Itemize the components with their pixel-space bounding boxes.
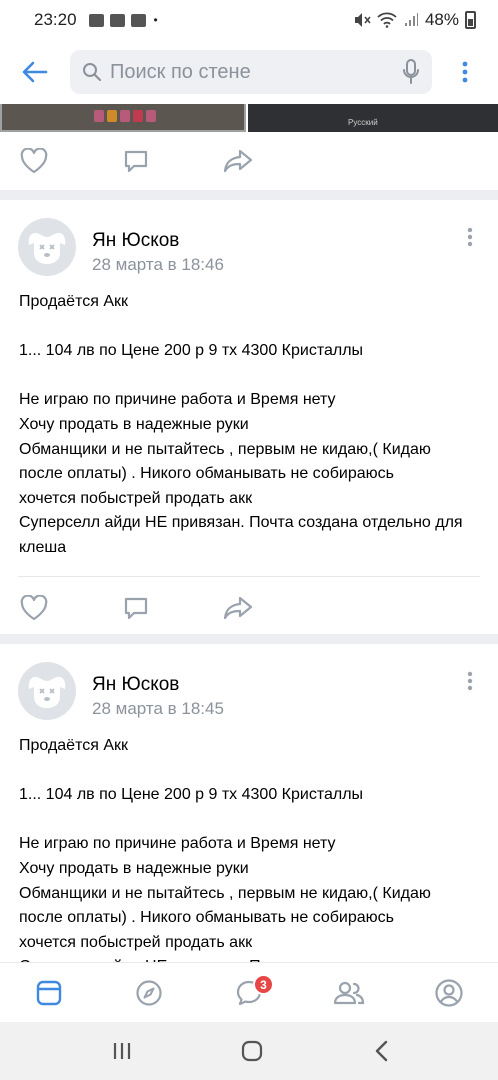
- post-text: Продаётся Акк 1... 104 лв по Цене 200 р …: [19, 293, 463, 556]
- status-right: 48%: [353, 10, 476, 30]
- post-text: Продаётся Акк 1... 104 лв по Цене 200 р …: [19, 737, 463, 962]
- comment-button[interactable]: [121, 146, 151, 176]
- previous-post-images[interactable]: Русский: [0, 104, 498, 132]
- post-divider: [0, 190, 498, 200]
- post-actions: [0, 578, 498, 638]
- wall-post: Ян Юсков 28 марта в 18:45 Продаётся Акк …: [0, 644, 498, 962]
- heart-icon: [20, 148, 48, 174]
- battery-icon: [465, 11, 476, 29]
- search-icon: [83, 63, 102, 82]
- share-icon: [223, 149, 253, 173]
- bottom-tab-bar: 3: [0, 962, 498, 1022]
- battery-percent: 48%: [424, 10, 459, 29]
- post-more-button[interactable]: [460, 224, 480, 250]
- newsfeed-icon: [36, 980, 62, 1006]
- friends-icon: [333, 981, 365, 1005]
- more-vertical-icon: [467, 227, 473, 247]
- avatar[interactable]: [18, 662, 76, 720]
- comment-icon: [124, 150, 148, 173]
- tab-profile[interactable]: [433, 977, 465, 1009]
- home-icon: [241, 1040, 263, 1062]
- tab-news[interactable]: [33, 977, 65, 1009]
- tab-discover[interactable]: [133, 977, 165, 1009]
- post-photo[interactable]: Русский: [248, 104, 498, 132]
- youtube-notification-icon-2: [130, 13, 146, 27]
- recent-apps-icon: [113, 1043, 131, 1059]
- wifi-icon: [377, 12, 397, 28]
- microphone-icon[interactable]: [402, 59, 420, 85]
- post-actions: [0, 131, 498, 191]
- post-separator: [18, 576, 480, 577]
- like-button[interactable]: [19, 593, 49, 623]
- photo-caption: Русский: [348, 118, 378, 127]
- search-field[interactable]: Поиск по стене: [70, 50, 432, 94]
- youtube-notification-icon: [109, 13, 125, 27]
- more-notifications-dot: •: [153, 13, 158, 27]
- recent-apps-button[interactable]: [108, 1038, 136, 1064]
- share-button[interactable]: [223, 146, 253, 176]
- gallery-notification-icon: [88, 13, 104, 27]
- like-button[interactable]: [19, 146, 49, 176]
- post-photo[interactable]: [0, 104, 247, 132]
- wall-post: Ян Юсков 28 марта в 18:46 Продаётся Акк …: [0, 200, 498, 632]
- system-nav-bar: [0, 1022, 498, 1080]
- wall-feed[interactable]: Русский Ян Юсков 28 марта в 18:46 Продаё…: [0, 104, 498, 962]
- status-bar: 23:20 • 48%: [0, 0, 498, 40]
- system-back-button[interactable]: [368, 1038, 396, 1064]
- more-vertical-icon: [467, 671, 473, 691]
- signal-icon: [404, 13, 418, 26]
- dog-avatar-icon: [28, 233, 66, 264]
- back-button[interactable]: [0, 40, 70, 104]
- share-button[interactable]: [223, 593, 253, 623]
- post-date[interactable]: 28 марта в 18:45: [92, 699, 224, 719]
- more-menu-button[interactable]: [432, 40, 498, 104]
- mute-icon: [354, 13, 371, 27]
- post-more-button[interactable]: [460, 668, 480, 694]
- tab-friends[interactable]: [333, 977, 365, 1009]
- comment-icon: [124, 597, 148, 620]
- compass-icon: [136, 980, 162, 1006]
- post-divider: [0, 634, 498, 644]
- comment-button[interactable]: [121, 593, 151, 623]
- game-icons-strip: [94, 110, 156, 122]
- post-author[interactable]: Ян Юсков: [92, 674, 179, 696]
- share-icon: [223, 596, 253, 620]
- dog-avatar-icon: [28, 677, 66, 708]
- chevron-left-icon: [375, 1040, 388, 1062]
- search-input[interactable]: Поиск по стене: [110, 61, 402, 84]
- home-button[interactable]: [238, 1038, 266, 1064]
- profile-icon: [435, 979, 463, 1007]
- arrow-left-icon: [22, 61, 48, 83]
- more-vertical-icon: [462, 61, 468, 83]
- messages-badge: 3: [253, 974, 274, 995]
- post-author[interactable]: Ян Юсков: [92, 230, 179, 252]
- status-time: 23:20: [34, 10, 77, 29]
- heart-icon: [20, 595, 48, 621]
- top-bar: Поиск по стене: [0, 40, 498, 104]
- post-date[interactable]: 28 марта в 18:46: [92, 255, 224, 275]
- avatar[interactable]: [18, 218, 76, 276]
